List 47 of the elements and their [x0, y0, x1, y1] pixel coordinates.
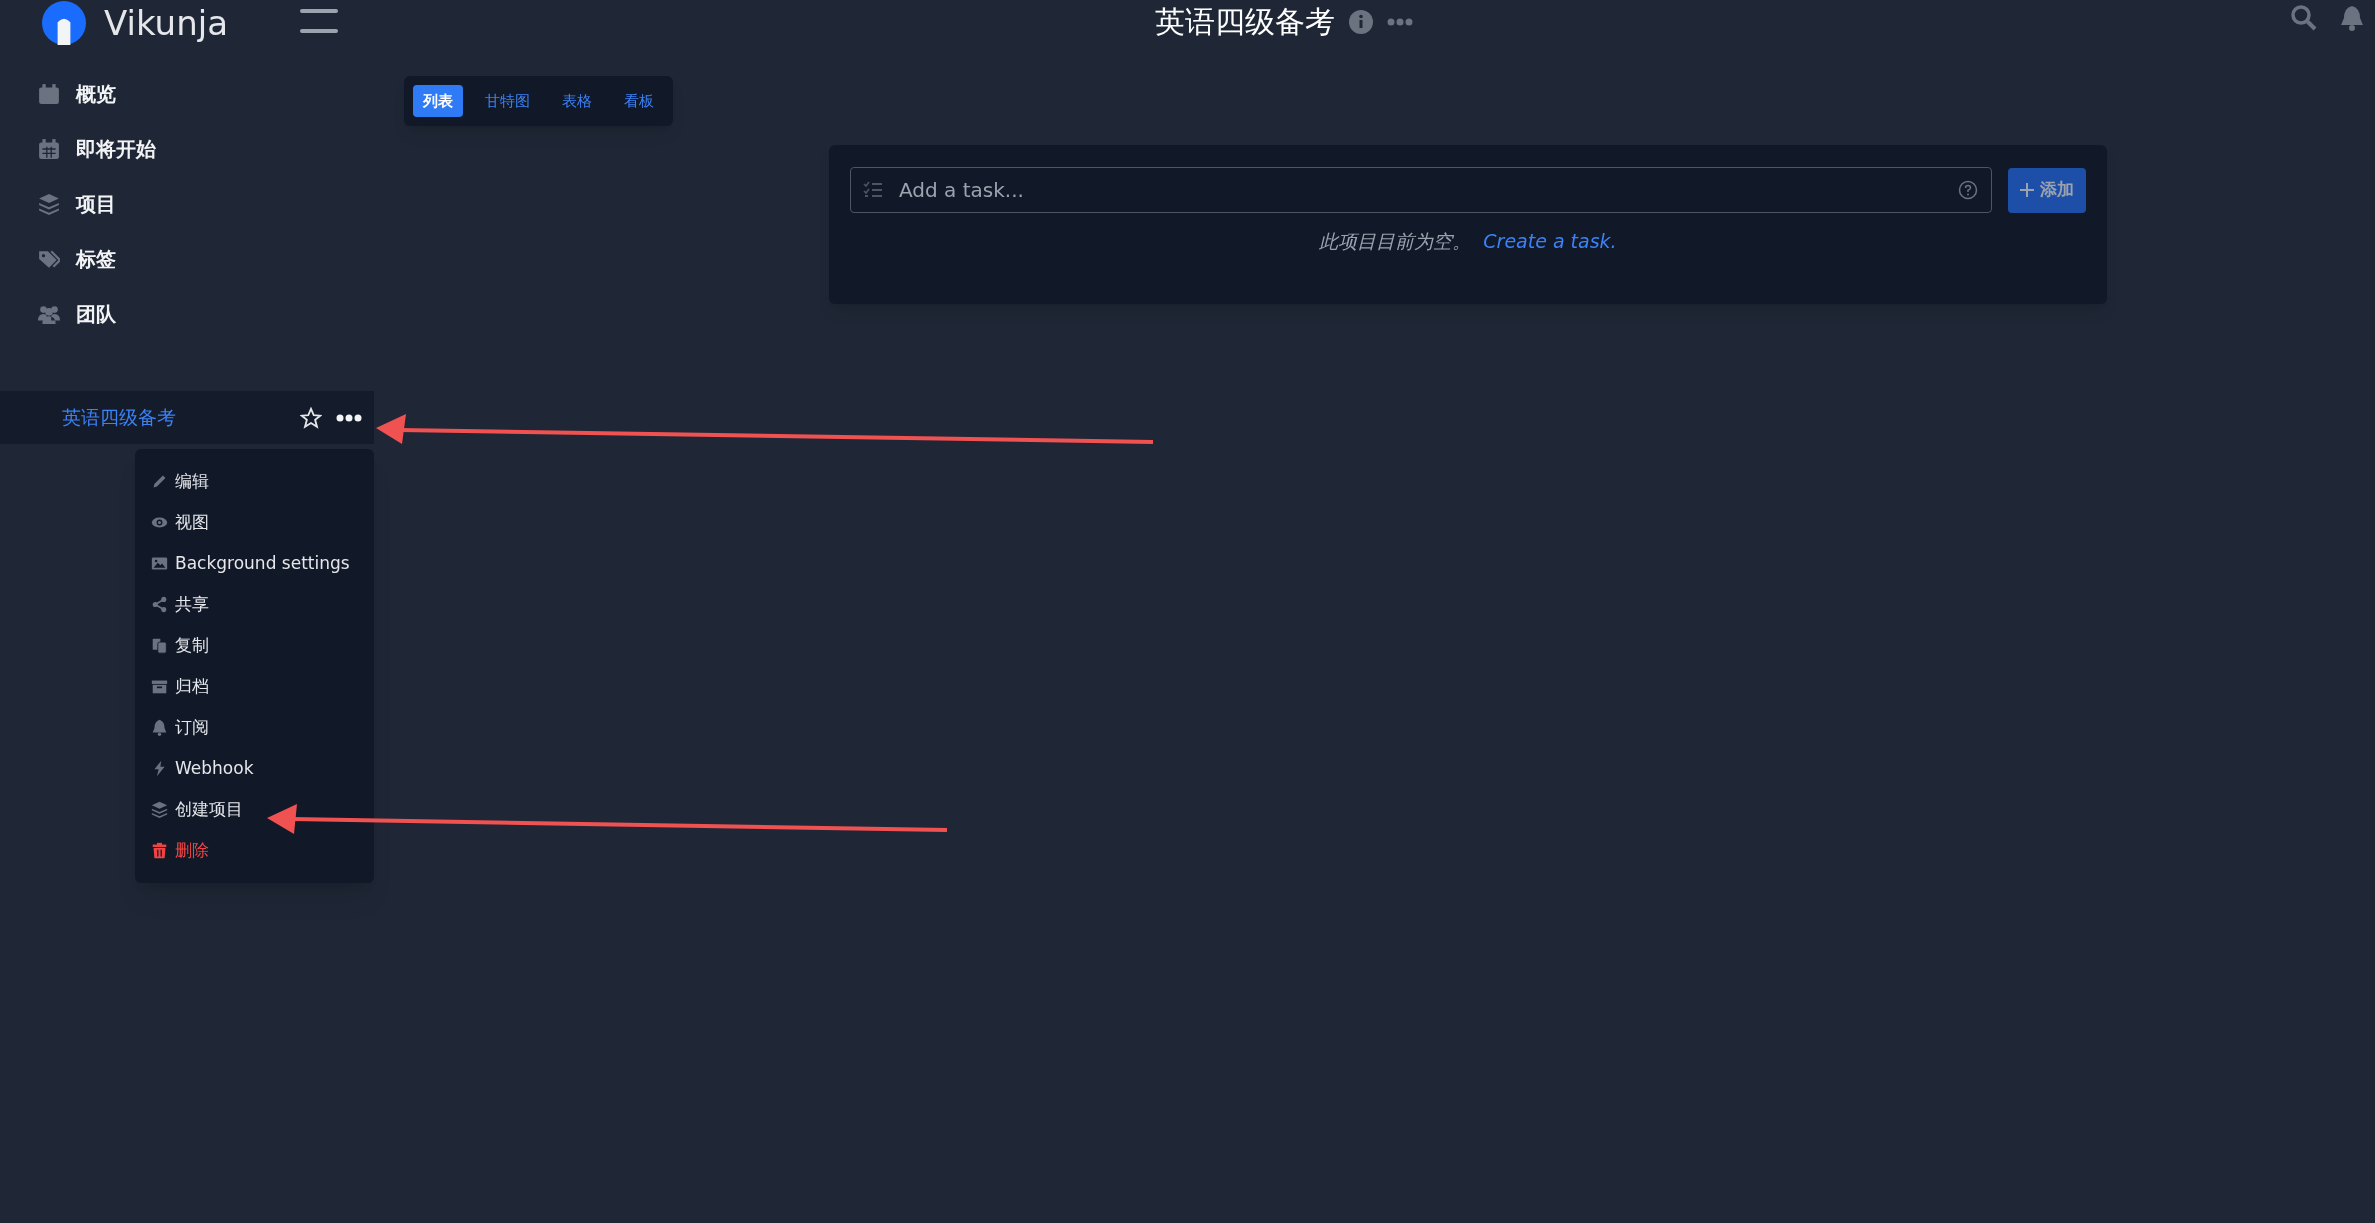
image-icon — [151, 555, 168, 572]
menu-item[interactable]: Background settings — [151, 543, 374, 584]
sidebar-item[interactable]: 即将开始 — [38, 131, 404, 166]
menu-item[interactable]: 订阅 — [151, 707, 374, 748]
view-tab[interactable]: 表格 — [552, 85, 602, 117]
logo-text: Vikunja — [104, 2, 228, 44]
sidebar-item[interactable]: 概览 — [38, 76, 404, 111]
trash-icon — [151, 842, 168, 859]
layers-icon — [38, 192, 60, 215]
calendar-icon — [38, 82, 60, 105]
plus-icon — [2020, 183, 2034, 197]
menu-item[interactable]: 视图 — [151, 502, 374, 543]
eye-icon — [151, 514, 168, 531]
menu-item[interactable]: 共享 — [151, 584, 374, 625]
project-name: 英语四级备考 — [62, 405, 177, 431]
menu-item[interactable]: 编辑 — [151, 461, 374, 502]
sidebar-item[interactable]: 标签 — [38, 241, 404, 276]
empty-message: 此项目目前为空。 — [1319, 229, 1472, 254]
bell-icon — [2340, 4, 2364, 32]
project-row[interactable]: 英语四级备考 — [0, 391, 374, 444]
view-tab[interactable]: 甘特图 — [475, 85, 540, 117]
sidebar-item[interactable]: 团队 — [38, 296, 404, 331]
more-icon — [1387, 18, 1413, 26]
search-icon — [2290, 4, 2318, 32]
bell-icon — [151, 719, 168, 736]
view-tab[interactable]: 列表 — [413, 85, 463, 117]
view-tab[interactable]: 看板 — [614, 85, 664, 117]
menu-item[interactable]: 删除 — [151, 830, 374, 871]
logo-icon — [42, 1, 86, 45]
share-icon — [151, 596, 168, 613]
layers-icon — [151, 801, 168, 818]
menu-item[interactable]: Webhook — [151, 748, 374, 789]
pencil-icon — [151, 473, 168, 490]
page-title: 英语四级备考 — [1155, 3, 1335, 41]
archive-icon — [151, 678, 168, 695]
help-icon — [1958, 180, 1978, 200]
more-icon — [336, 413, 362, 422]
menu-item[interactable]: 归档 — [151, 666, 374, 707]
create-task-link[interactable]: Create a task. — [1483, 227, 1617, 256]
checklist-icon — [863, 181, 883, 199]
copy-icon — [151, 637, 168, 654]
calendar-icon — [38, 137, 60, 160]
sidebar-item[interactable]: 项目 — [38, 186, 404, 221]
menu-item[interactable]: 创建项目 — [151, 789, 374, 830]
menu-item[interactable]: 复制 — [151, 625, 374, 666]
info-icon — [1349, 10, 1373, 34]
task-input[interactable]: Add a task... — [850, 167, 1992, 213]
